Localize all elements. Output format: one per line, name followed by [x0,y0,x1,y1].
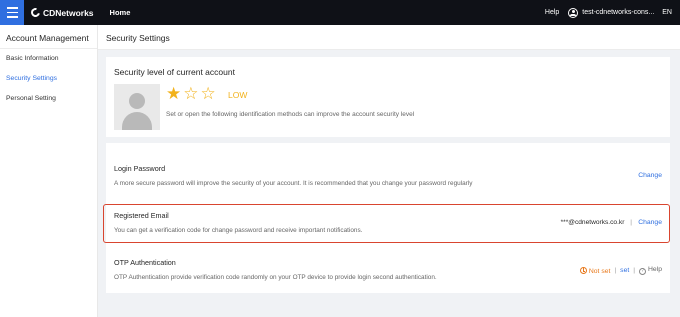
registered-email-highlight [103,204,670,243]
nav-home-link[interactable]: Home [110,8,131,17]
separator: | [633,267,636,274]
language-switcher[interactable]: EN [662,9,672,16]
user-account-menu[interactable]: test-cdnetworks-cons... [582,9,654,16]
login-password-title: Login Password [114,164,166,173]
security-level-title: Security level of current account [114,67,235,77]
star-empty-icon: ☆ [183,84,199,103]
brand-name: CDNetworks [43,7,94,18]
otp-help-link[interactable]: ? Help [639,266,662,275]
cdnetworks-logo-icon [29,6,42,19]
otp-set-link[interactable]: set [620,267,629,274]
security-level-badge: LOW [228,90,248,100]
star-empty-icon: ☆ [200,84,216,103]
brand-logo[interactable]: CDNetworks [29,6,94,19]
sidebar-title: Account Management [0,25,97,49]
change-password-link[interactable]: Change [638,172,662,179]
page-title: Security Settings [98,25,680,50]
warning-clock-icon [579,266,587,274]
menu-icon[interactable] [0,0,24,25]
help-circle-icon: ? [639,268,647,275]
otp-description: OTP Authentication provide verification … [114,274,437,281]
login-password-row: Login Password A more secure password wi… [106,143,670,195]
star-filled-icon: ★ [166,84,182,103]
login-password-description: A more secure password will improve the … [114,180,473,187]
security-level-panel: Security level of current account ★ ☆ ☆ … [106,57,670,137]
separator: | [614,267,617,274]
security-rating: ★ ☆ ☆ [166,85,216,102]
top-navigation-bar: CDNetworks Home Help test-cdnetworks-con… [0,0,680,25]
sidebar-item-basic-information[interactable]: Basic Information [0,49,97,69]
otp-row: OTP Authentication OTP Authentication pr… [106,251,670,291]
otp-status: Not set [579,266,610,275]
help-link[interactable]: Help [545,9,559,16]
otp-title: OTP Authentication [114,258,176,267]
avatar [114,84,160,130]
sidebar-item-security-settings[interactable]: Security Settings [0,69,97,89]
sidebar: Account Management Basic Information Sec… [0,25,98,317]
sidebar-item-personal-setting[interactable]: Personal Setting [0,89,97,109]
otp-actions: Not set | set | ? Help [579,266,662,275]
security-level-description: Set or open the following identification… [166,111,415,118]
user-icon[interactable] [568,7,579,18]
